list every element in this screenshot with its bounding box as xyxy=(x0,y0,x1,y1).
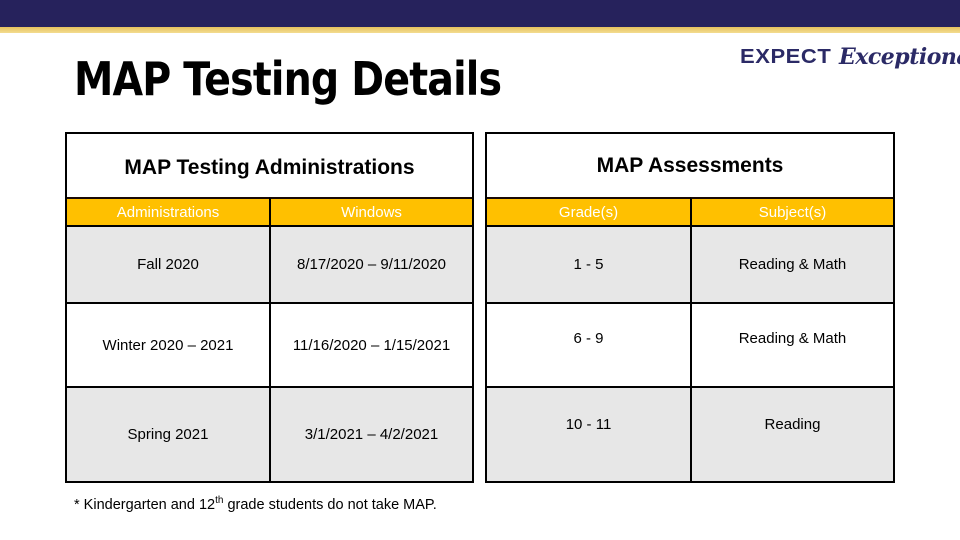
logo-word-expect: EXPECT xyxy=(740,45,832,68)
column-header-administrations: Administrations xyxy=(67,197,269,225)
table-cell-window: 8/17/2020 – 9/11/2020 xyxy=(269,225,472,302)
administrations-table-caption: MAP Testing Administrations xyxy=(124,156,415,179)
assessments-table-caption: MAP Assessments xyxy=(596,154,784,177)
column-header-subjects: Subject(s) xyxy=(690,197,893,225)
logo-word-exceptional: Exceptional xyxy=(839,44,960,70)
column-header-windows: Windows xyxy=(269,197,472,225)
table-cell-window: 11/16/2020 – 1/15/2021 xyxy=(269,302,472,386)
table-cell-administration: Winter 2020 – 2021 xyxy=(67,302,269,386)
top-banner xyxy=(0,0,960,27)
gold-accent-stripe xyxy=(0,27,960,33)
page-title: MAP Testing Details xyxy=(74,52,502,106)
expect-exceptional-logo: EXPECT Exceptional xyxy=(740,44,960,70)
footnote-suffix: grade students do not take MAP. xyxy=(223,497,437,513)
table-cell-administration: Spring 2021 xyxy=(67,386,269,481)
table-cell-grades: 1 - 5 xyxy=(487,225,690,302)
table-cell-grades: 6 - 9 xyxy=(487,302,690,386)
table-cell-window: 3/1/2021 – 4/2/2021 xyxy=(269,386,472,481)
table-cell-subjects: Reading & Math xyxy=(690,302,893,386)
table-cell-administration: Fall 2020 xyxy=(67,225,269,302)
table-cell-subjects: Reading & Math xyxy=(690,225,893,302)
table-cell-grades: 10 - 11 xyxy=(487,386,690,481)
footnote-prefix: * Kindergarten and 12 xyxy=(74,497,216,513)
column-header-grades: Grade(s) xyxy=(487,197,690,225)
table-cell-subjects: Reading xyxy=(690,386,893,481)
administrations-table: MAP Testing Administrations Administrati… xyxy=(65,132,474,483)
assessments-table: MAP Assessments Grade(s) Subject(s) 1 - … xyxy=(485,132,895,483)
footnote: * Kindergarten and 12th grade students d… xyxy=(74,496,437,513)
